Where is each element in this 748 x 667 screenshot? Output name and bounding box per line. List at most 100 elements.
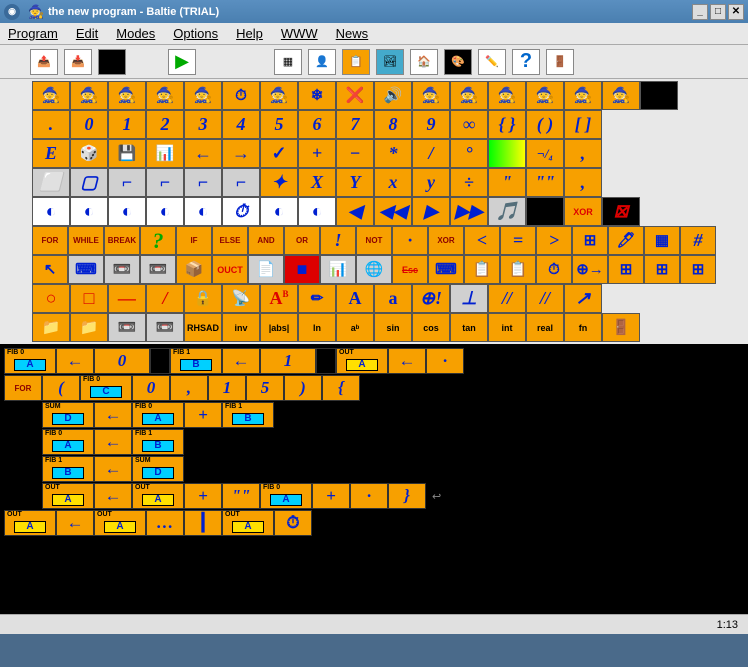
grid-cell[interactable]: ⊞ <box>608 255 644 284</box>
folder-cell[interactable]: 📁 <box>70 313 108 342</box>
rhsad-cell[interactable]: RHSAD <box>184 313 222 342</box>
plus-block[interactable]: + <box>312 483 350 509</box>
gte-cell[interactable]: 🖊 <box>608 226 644 255</box>
var-block[interactable]: FIB 0A <box>42 429 94 455</box>
arrow-left[interactable]: ← <box>184 139 222 168</box>
lt-cell[interactable]: < <box>464 226 500 255</box>
grid-cell[interactable]: ⊞ <box>644 255 680 284</box>
var-block[interactable]: FIB 0A <box>260 483 312 509</box>
x-upper-cell[interactable]: X <box>298 168 336 197</box>
program-area[interactable]: FIB 0A ← 0 FIB 1B ← 1 OUTA ← · FOR ( FIB… <box>0 344 748 614</box>
plus-block[interactable]: + <box>184 483 222 509</box>
chart-cell[interactable]: 📊 <box>146 139 184 168</box>
e-cell[interactable]: E <box>32 139 70 168</box>
tool-house[interactable]: 🏠 <box>410 49 438 75</box>
for-block[interactable]: FOR <box>4 375 42 401</box>
lock-cell[interactable]: 🔒 <box>184 284 222 313</box>
var-block[interactable]: OUTA <box>42 483 94 509</box>
tool-open[interactable]: 📥 <box>64 49 92 75</box>
abs-cell[interactable]: |abs| <box>260 313 298 342</box>
menu-help[interactable]: Help <box>236 26 263 41</box>
music-cell[interactable]: 🎵 <box>488 197 526 226</box>
dot-cell[interactable]: . <box>32 110 70 139</box>
braces-cell[interactable]: { } <box>488 110 526 139</box>
eq-cell[interactable]: = <box>500 226 536 255</box>
while-cell[interactable]: WHILE <box>68 226 104 255</box>
cursor-block[interactable]: ┃ <box>184 510 222 536</box>
int-cell[interactable]: int <box>488 313 526 342</box>
fn-cell[interactable]: fn <box>564 313 602 342</box>
comment-cell[interactable]: // <box>526 284 564 313</box>
wizard-cell[interactable]: 🧙 <box>260 81 298 110</box>
num-5[interactable]: 5 <box>260 110 298 139</box>
wizard-cell[interactable]: 🧙 <box>526 81 564 110</box>
tool-sheet[interactable]: 📋 <box>342 49 370 75</box>
star-cell[interactable]: ✦ <box>260 168 298 197</box>
div-cell[interactable]: / <box>412 139 450 168</box>
xor-cell[interactable]: XOR <box>564 197 602 226</box>
circle-cell[interactable]: ○ <box>32 284 70 313</box>
num-2[interactable]: 2 <box>146 110 184 139</box>
film-cell[interactable]: ◐ <box>298 197 336 226</box>
lte-cell[interactable]: ⊞ <box>572 226 608 255</box>
dots-block[interactable]: … <box>146 510 184 536</box>
box-cell[interactable]: 📦 <box>176 255 212 284</box>
num-6[interactable]: 6 <box>298 110 336 139</box>
empty-cell[interactable] <box>640 81 678 110</box>
rbrace-block[interactable]: } <box>388 483 426 509</box>
sin-cell[interactable]: sin <box>374 313 412 342</box>
tool-screen[interactable] <box>98 49 126 75</box>
disk-cell[interactable]: 💾 <box>108 139 146 168</box>
not-kw-cell[interactable]: NOT <box>356 226 392 255</box>
wizard-cell[interactable]: 🧙 <box>184 81 222 110</box>
xor-kw-cell[interactable]: XOR <box>428 226 464 255</box>
line-cell[interactable]: — <box>108 284 146 313</box>
var-block[interactable]: FIB 1B <box>132 429 184 455</box>
film-cell[interactable]: ◐ <box>260 197 298 226</box>
dquote-cell[interactable]: "" <box>526 168 564 197</box>
esc-cell[interactable]: Esc <box>392 255 428 284</box>
sheet-cell[interactable]: 📄 <box>248 255 284 284</box>
wizard-cell[interactable]: 🧙 <box>108 81 146 110</box>
for-cell[interactable]: FOR <box>32 226 68 255</box>
var-block[interactable]: FIB 1B <box>222 402 274 428</box>
neq-cell[interactable]: ▦ <box>644 226 680 255</box>
not-cell[interactable]: ! <box>320 226 356 255</box>
tape-cell[interactable]: 📼 <box>104 255 140 284</box>
if-kw-cell[interactable]: IF <box>176 226 212 255</box>
parens-cell[interactable]: ( ) <box>526 110 564 139</box>
hash-cell[interactable]: # <box>680 226 716 255</box>
menu-edit[interactable]: Edit <box>76 26 98 41</box>
lbrace-block[interactable]: { <box>322 375 360 401</box>
wizard-cell[interactable]: 🧙 <box>146 81 184 110</box>
num-0[interactable]: 0 <box>70 110 108 139</box>
val-block[interactable]: · <box>350 483 388 509</box>
menu-modes[interactable]: Modes <box>116 26 155 41</box>
tool-help[interactable]: ? <box>512 49 540 75</box>
clock-cell[interactable]: ⏱ <box>536 255 572 284</box>
tool-run[interactable]: ▶ <box>168 49 196 75</box>
arrow-ne[interactable]: ↗ <box>564 284 602 313</box>
var-block[interactable]: OUTA <box>132 483 184 509</box>
cloud-cell[interactable]: ❄ <box>298 81 336 110</box>
wizard-cell[interactable]: 🧙 <box>564 81 602 110</box>
exit-cell[interactable]: 🚪 <box>602 313 640 342</box>
wizard-cell[interactable]: 🧙 <box>70 81 108 110</box>
fastback-cell[interactable]: ◀◀ <box>374 197 412 226</box>
menu-program[interactable]: Program <box>8 26 58 41</box>
tape-cell[interactable]: 📼 <box>108 313 146 342</box>
ln-cell[interactable]: ln <box>298 313 336 342</box>
and-cell[interactable]: AND <box>248 226 284 255</box>
assign-block[interactable]: ← <box>94 429 132 455</box>
keyboard-cell[interactable]: ⌨ <box>68 255 104 284</box>
tool-grid[interactable]: ▦ <box>274 49 302 75</box>
brackets-cell[interactable]: [ ] <box>564 110 602 139</box>
film-cell[interactable]: ◐ <box>146 197 184 226</box>
shape-cell[interactable]: ⬜ <box>32 168 70 197</box>
a-upper[interactable]: A <box>336 284 374 313</box>
a-lower[interactable]: a <box>374 284 412 313</box>
x-lower-cell[interactable]: x <box>374 168 412 197</box>
num-9[interactable]: 9 <box>412 110 450 139</box>
clock-block[interactable]: ⏱ <box>274 510 312 536</box>
corner-cell[interactable]: ⌐ <box>146 168 184 197</box>
